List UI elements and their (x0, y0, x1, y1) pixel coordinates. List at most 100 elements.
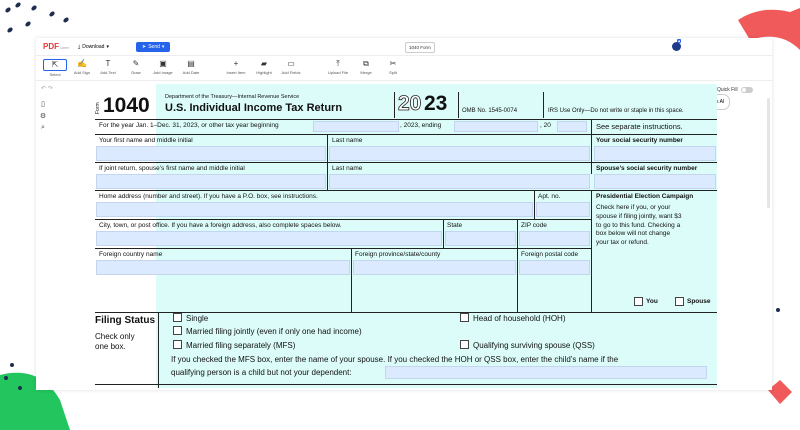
state-field[interactable] (445, 231, 516, 246)
split-icon: ✂ (389, 59, 397, 68)
spouse-last-name-field[interactable] (329, 174, 590, 189)
tool-highlight[interactable]: ▰ Highlight (252, 59, 276, 75)
last-name-label: Last name (332, 137, 363, 144)
spouse-first-name-label: If joint return, spouse’s first name and… (99, 165, 245, 172)
filing-mfs-checkbox[interactable] (173, 340, 182, 349)
pec-text: Check here if you, or your spouse if fil… (596, 204, 682, 247)
plan-badge: ◆ (677, 39, 682, 43)
state-label: State (447, 222, 463, 229)
filing-hoh-label: Head of household (HOH) (473, 314, 566, 323)
form-title: U.S. Individual Income Tax Return (165, 102, 343, 114)
text-icon: T (105, 59, 111, 68)
tax-year-end-year-field[interactable] (557, 121, 587, 132)
city-field[interactable] (96, 231, 442, 246)
quick-fill: Quick Fill (717, 87, 753, 93)
ssn-label: Your social security number (596, 137, 683, 144)
home-address-field[interactable] (96, 202, 533, 217)
pec-you-checkbox[interactable] (634, 297, 643, 306)
filing-mfj-checkbox[interactable] (173, 326, 182, 335)
omb-number: OMB No. 1545-0074 (462, 108, 518, 114)
mfs-note-line-1: If you checked the MFS box, enter the na… (171, 355, 619, 364)
last-name-field[interactable] (329, 146, 590, 161)
tool-insert-item[interactable]: + Insert Item (224, 59, 248, 75)
highlighter-icon: ▰ (260, 59, 268, 68)
scrollbar[interactable] (767, 98, 770, 208)
filing-qss-checkbox[interactable] (460, 340, 469, 349)
fields-icon: ▭ (287, 59, 295, 68)
form-1040: Form 1040 Department of the Treasury—Int… (59, 84, 717, 388)
top-bar: PDFLiner ⤓ Download ▾ ➤ Send ▾ 1040 Form… (36, 38, 772, 56)
tool-add-sign[interactable]: ✍ Add Sign (70, 59, 94, 75)
year-outline: 20 (398, 92, 422, 116)
year-bold: 23 (424, 92, 448, 115)
zip-field[interactable] (519, 231, 590, 246)
tax-year-begin-field[interactable] (313, 121, 399, 132)
tool-add-image[interactable]: ▣ Add Image (151, 59, 175, 75)
form-word: Form (95, 102, 101, 114)
chevron-down-icon: ▾ (161, 44, 165, 50)
app-logo: PDFLiner (43, 42, 69, 51)
pen-icon: ✎ (132, 59, 140, 68)
filing-mfs-label: Married filing separately (MFS) (186, 341, 296, 350)
tool-upload-file[interactable]: ⤒ Upload File (326, 59, 350, 75)
pec-title: Presidential Election Campaign (596, 193, 694, 200)
spouse-ssn-field[interactable] (594, 174, 716, 189)
redo-icon[interactable]: ↷ (48, 86, 53, 92)
tax-year-end-field[interactable] (454, 121, 538, 132)
city-label: City, town, or post office. If you have … (99, 222, 342, 229)
gear-icon[interactable]: ⚙ (36, 112, 50, 120)
filing-single-checkbox[interactable] (173, 313, 182, 322)
download-button[interactable]: ⤓ Download ▾ (78, 42, 109, 52)
avatar[interactable] (672, 42, 681, 51)
quick-fill-toggle[interactable] (740, 87, 753, 93)
zoom-icon[interactable]: ⌕ (36, 124, 50, 132)
plus-icon: + (233, 59, 239, 68)
filing-hoh-checkbox[interactable] (460, 313, 469, 322)
chevron-down-icon: ▾ (106, 44, 109, 50)
ssn-field[interactable] (594, 146, 716, 161)
first-name-label: Your first name and middle initial (99, 137, 193, 144)
foreign-province-label: Foreign province/state/county (355, 251, 441, 258)
apt-no-field[interactable] (536, 202, 590, 217)
cursor-icon: ⇱ (43, 59, 67, 71)
tool-merge[interactable]: ⧉ Merge (354, 59, 378, 75)
foreign-postal-label: Foreign postal code (521, 251, 579, 258)
spouse-first-name-field[interactable] (96, 174, 326, 189)
calendar-icon: ▤ (187, 59, 195, 68)
filing-qss-label: Qualifying surviving spouse (QSS) (473, 341, 595, 350)
pec-you-label: You (646, 298, 658, 305)
spouse-ssn-label: Spouse’s social security number (596, 165, 698, 172)
filing-status-title: Filing Status (95, 315, 155, 326)
form-number: 1040 (103, 94, 150, 117)
tool-draw[interactable]: ✎ Draw (124, 59, 148, 75)
document-title[interactable]: 1040 Form (405, 42, 435, 53)
tool-add-text[interactable]: T Add Text (96, 59, 120, 75)
foreign-postal-field[interactable] (519, 260, 590, 275)
department-line: Department of the Treasury—Internal Reve… (165, 94, 300, 100)
filing-status-instruction: Check only one box. (95, 332, 135, 351)
upload-icon: ⤒ (336, 59, 340, 68)
tool-select[interactable]: ⇱ Select (43, 59, 67, 77)
left-sidebar: ▯ ⚙ ⌕ (36, 96, 50, 390)
tool-add-fields[interactable]: ▭ Add Fields (279, 59, 303, 75)
toolbar: ⇱ Select ✍ Add Sign T Add Text ✎ Draw ▣ Add I… (36, 56, 772, 81)
download-icon: ⤓ (78, 44, 81, 50)
foreign-country-label: Foreign country name (99, 251, 163, 258)
pec-spouse-checkbox[interactable] (675, 297, 684, 306)
foreign-province-field[interactable] (353, 260, 516, 275)
spouse-last-name-label: Last name (332, 165, 363, 172)
pages-icon[interactable]: ▯ (36, 100, 50, 108)
merge-icon: ⧉ (363, 59, 369, 68)
irs-use-only: IRS Use Only—Do not write or staple in t… (548, 108, 684, 114)
apt-no-label: Apt. no. (538, 193, 561, 200)
home-address-label: Home address (number and street). If you… (99, 193, 318, 200)
spouse-or-child-name-field[interactable] (385, 366, 707, 379)
foreign-country-field[interactable] (96, 260, 350, 275)
decorative-dots (5, 2, 69, 33)
first-name-field[interactable] (96, 146, 326, 161)
send-button[interactable]: ➤ Send ▾ (136, 42, 171, 52)
undo-icon[interactable]: ↶ (41, 86, 46, 92)
image-icon: ▣ (159, 59, 167, 68)
tool-split[interactable]: ✂ Split (381, 59, 405, 75)
tool-add-date[interactable]: ▤ Add Date (179, 59, 203, 75)
